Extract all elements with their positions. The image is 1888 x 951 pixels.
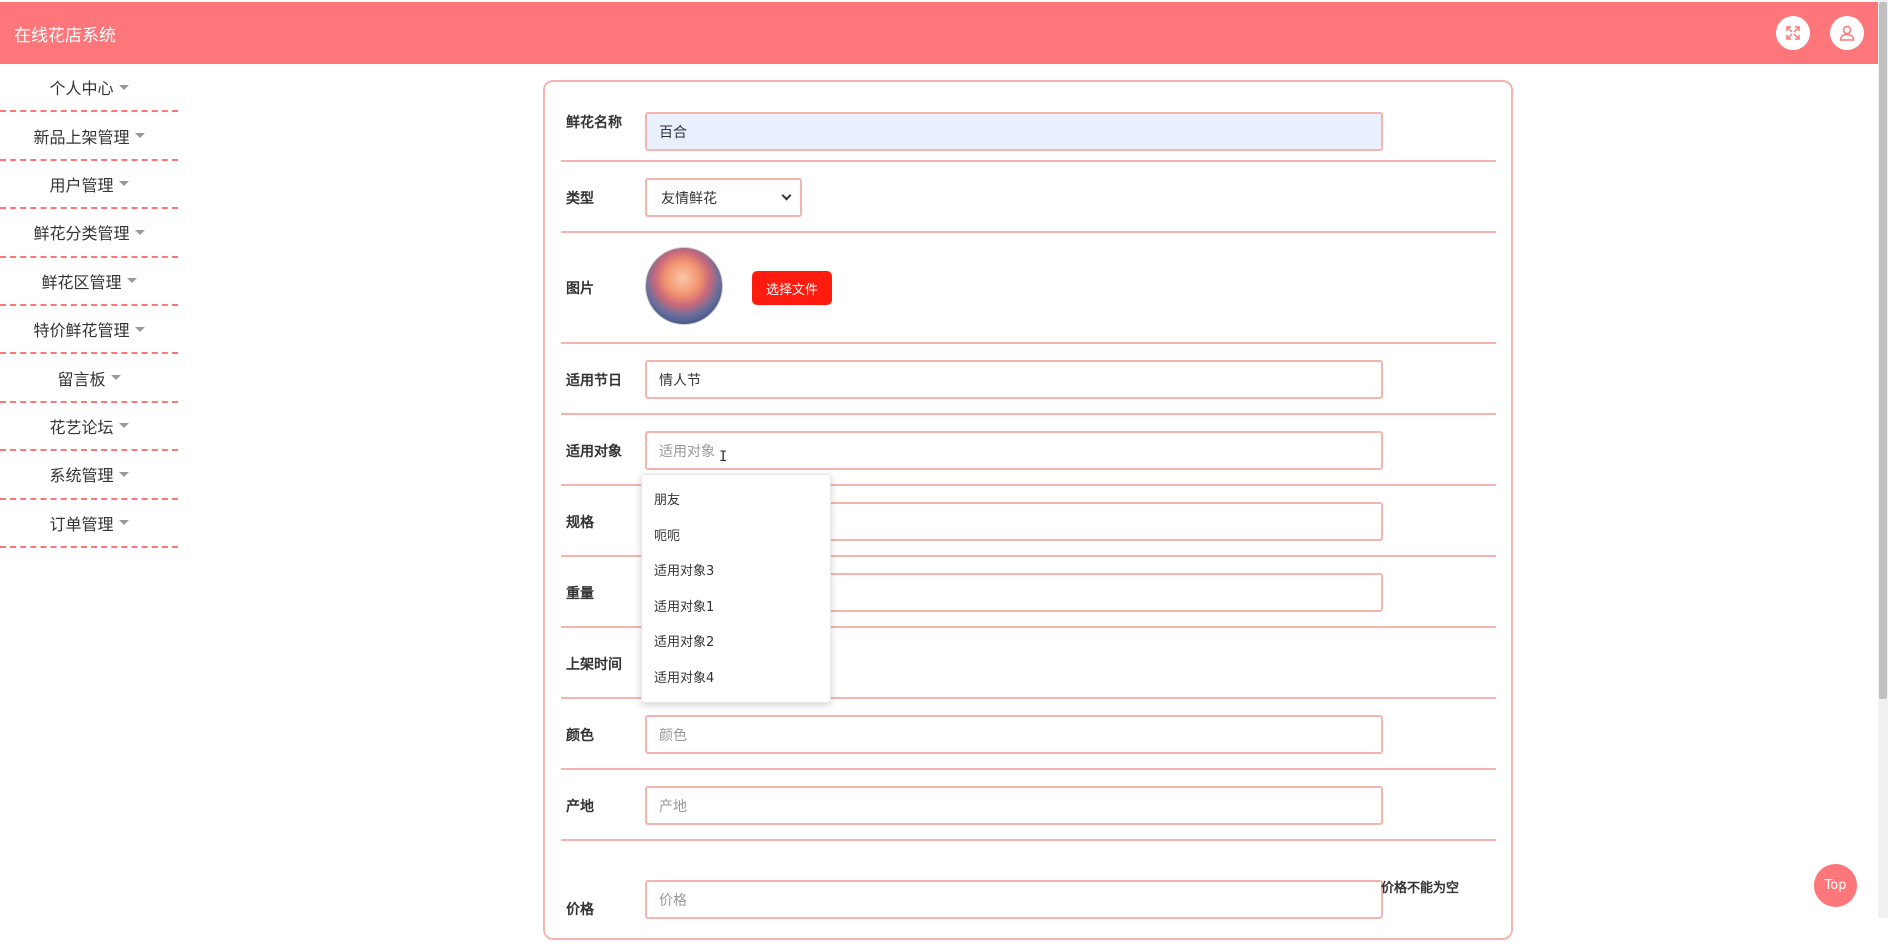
- form-row-type: 类型 友情鲜花: [561, 162, 1496, 233]
- type-select-value: 友情鲜花: [661, 190, 717, 207]
- sidebar-item-special-offers[interactable]: 特价鲜花管理: [0, 306, 178, 355]
- festival-label: 适用节日: [566, 373, 622, 389]
- origin-label: 产地: [566, 799, 594, 815]
- caret-down-icon: [118, 423, 129, 429]
- sidebar-item-message-board[interactable]: 留言板: [0, 354, 178, 403]
- top-header: 在线花店系统: [0, 2, 1878, 64]
- target-input[interactable]: 适用对象: [645, 431, 1383, 470]
- chevron-down-icon: [781, 190, 792, 201]
- color-label: 颜色: [566, 728, 594, 744]
- sidebar-item-new-arrivals[interactable]: 新品上架管理: [0, 112, 178, 161]
- choose-file-button[interactable]: 选择文件: [752, 271, 832, 305]
- price-label: 价格: [566, 902, 594, 918]
- caret-down-icon: [126, 278, 137, 284]
- target-label: 适用对象: [566, 444, 622, 460]
- suggestion-item[interactable]: 适用对象3: [642, 552, 830, 588]
- sidebar-item-personal-center[interactable]: 个人中心: [0, 64, 178, 113]
- suggestion-item[interactable]: 适用对象1: [642, 588, 830, 624]
- sidebar-item-label: 留言板: [57, 369, 106, 389]
- target-suggestion-list: 朋友 呃呃 适用对象3 适用对象1 适用对象2 适用对象4: [641, 474, 831, 703]
- form-row-image: 图片 选择文件: [561, 233, 1496, 344]
- suggestion-item[interactable]: 朋友: [642, 481, 830, 517]
- image-label: 图片: [566, 281, 594, 297]
- name-label: 鲜花名称: [566, 115, 622, 131]
- sidebar-item-system[interactable]: 系统管理: [0, 451, 178, 500]
- form-row-festival: 适用节日 情人节: [561, 344, 1496, 415]
- caret-down-icon: [118, 84, 129, 90]
- spec-label: 规格: [566, 515, 594, 531]
- sidebar-item-label: 个人中心: [49, 79, 114, 99]
- caret-down-icon: [134, 229, 145, 235]
- price-error-message: 价格不能为空: [1381, 881, 1460, 896]
- origin-input-placeholder: 产地: [659, 798, 687, 815]
- sidebar-item-label: 花艺论坛: [49, 417, 114, 437]
- sidebar-item-label: 系统管理: [49, 466, 114, 486]
- color-input[interactable]: 颜色: [645, 715, 1383, 754]
- caret-down-icon: [118, 520, 129, 526]
- back-to-top-button[interactable]: Top: [1814, 864, 1857, 907]
- price-input-placeholder: 价格: [659, 892, 687, 909]
- type-label: 类型: [566, 191, 594, 207]
- form-row-price: 价格 价格: [561, 841, 1496, 951]
- type-select[interactable]: 友情鲜花: [645, 178, 802, 217]
- origin-input[interactable]: 产地: [645, 786, 1383, 825]
- festival-input[interactable]: 情人节: [645, 360, 1383, 399]
- form-row-name: 鲜花名称 百合: [561, 82, 1496, 162]
- form-row-color: 颜色 颜色: [561, 699, 1496, 770]
- sidebar-item-forum[interactable]: 花艺论坛: [0, 403, 178, 452]
- fullscreen-icon[interactable]: [1776, 16, 1810, 50]
- sidebar-item-label: 新品上架管理: [33, 127, 130, 147]
- suggestion-item[interactable]: 呃呃: [642, 517, 830, 553]
- name-input-value: 百合: [659, 124, 687, 141]
- weight-label: 重量: [566, 586, 594, 602]
- sidebar-item-orders[interactable]: 订单管理: [0, 500, 178, 548]
- color-input-placeholder: 颜色: [659, 727, 687, 744]
- target-input-placeholder: 适用对象: [659, 443, 715, 460]
- flower-image-preview: [645, 247, 723, 325]
- sidebar-item-label: 特价鲜花管理: [33, 321, 130, 341]
- caret-down-icon: [134, 326, 145, 332]
- festival-input-value: 情人节: [659, 372, 701, 389]
- sidebar: 个人中心 新品上架管理 用户管理 鲜花分类管理 鲜花区管理 特价鲜花管理 留言板…: [0, 64, 178, 548]
- name-input[interactable]: 百合: [645, 112, 1383, 151]
- suggestion-item[interactable]: 适用对象2: [642, 623, 830, 659]
- sidebar-item-users[interactable]: 用户管理: [0, 161, 178, 210]
- date-label: 上架时间: [566, 657, 622, 673]
- sidebar-item-categories[interactable]: 鲜花分类管理: [0, 209, 178, 258]
- caret-down-icon: [134, 133, 145, 139]
- header-icons: [1776, 16, 1864, 50]
- form-row-origin: 产地 产地: [561, 770, 1496, 841]
- page-scrollbar[interactable]: [1878, 0, 1888, 918]
- sidebar-item-label: 鲜花区管理: [41, 272, 122, 292]
- suggestion-item[interactable]: 适用对象4: [642, 659, 830, 695]
- price-input[interactable]: 价格: [645, 880, 1383, 919]
- caret-down-icon: [118, 471, 129, 477]
- scrollbar-thumb[interactable]: [1879, 2, 1887, 699]
- sidebar-item-flower-zone[interactable]: 鲜花区管理: [0, 258, 178, 306]
- sidebar-item-label: 订单管理: [49, 514, 114, 534]
- caret-down-icon: [110, 375, 121, 381]
- caret-down-icon: [118, 181, 129, 187]
- app-title: 在线花店系统: [14, 25, 116, 46]
- sidebar-item-label: 用户管理: [49, 175, 114, 195]
- user-icon[interactable]: [1830, 16, 1864, 50]
- text-cursor-icon: I: [719, 449, 728, 465]
- sidebar-item-label: 鲜花分类管理: [33, 224, 130, 244]
